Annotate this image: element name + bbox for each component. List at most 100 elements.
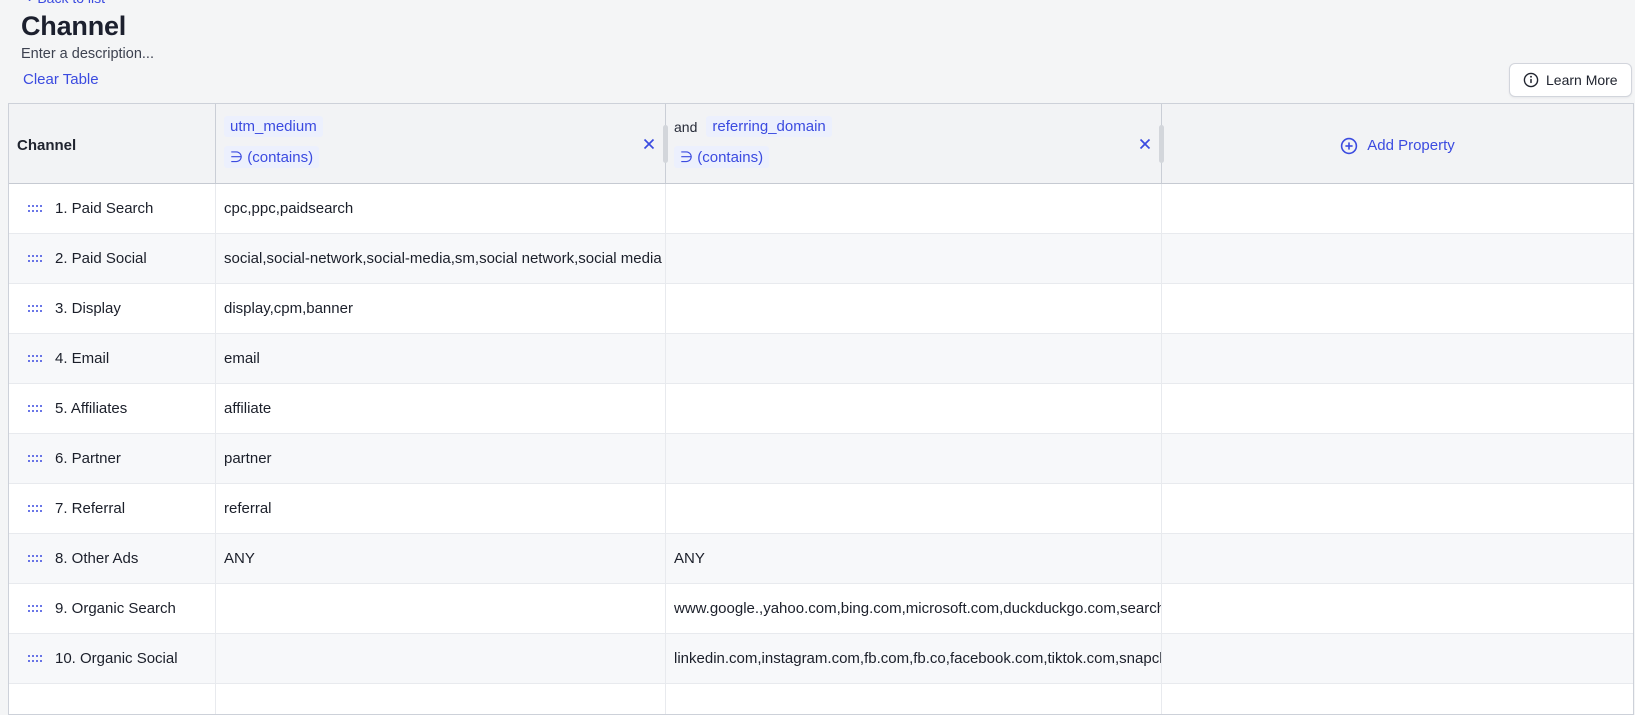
add-property-value-cell	[1162, 634, 1633, 684]
column-resize-handle[interactable]	[1159, 125, 1164, 163]
description-placeholder[interactable]: Enter a description...	[21, 46, 154, 62]
column-resize-handle[interactable]	[663, 125, 668, 163]
utm-medium-property-chip[interactable]: utm_medium	[224, 116, 323, 137]
utm-medium-value-cell	[216, 684, 666, 714]
referring-domain-value-cell[interactable]	[666, 484, 1162, 534]
channel-name: 4. Email	[55, 350, 109, 367]
table-row-partial	[9, 684, 1633, 714]
channel-name: 5. Affiliates	[55, 400, 127, 417]
table-row: 3. Display display,cpm,banner	[9, 284, 1633, 334]
drag-handle-icon[interactable]	[28, 255, 42, 263]
referring-domain-value-cell[interactable]	[666, 184, 1162, 234]
back-to-list-link[interactable]: ‹ Back to list	[26, 0, 105, 6]
utm-medium-value-cell[interactable]	[216, 634, 666, 684]
channel-name: 2. Paid Social	[55, 250, 147, 267]
channel-name-cell[interactable]: 1. Paid Search	[9, 184, 216, 234]
drag-handle-icon[interactable]	[28, 205, 42, 213]
back-arrow-icon: ‹	[26, 0, 31, 6]
channel-name-cell[interactable]: 9. Organic Search	[9, 584, 216, 634]
channel-name-cell[interactable]: 2. Paid Social	[9, 234, 216, 284]
table-row: 7. Referral referral	[9, 484, 1633, 534]
channel-name-cell[interactable]: 6. Partner	[9, 434, 216, 484]
channel-name: 1. Paid Search	[55, 200, 153, 217]
drag-handle-icon[interactable]	[28, 505, 42, 513]
utm-medium-column-header: utm_medium ∋ (contains)	[216, 104, 666, 183]
learn-more-button[interactable]: Learn More	[1509, 63, 1632, 97]
utm-medium-value-cell[interactable]: email	[216, 334, 666, 384]
drag-handle-icon[interactable]	[28, 555, 42, 563]
referring-domain-value-cell[interactable]	[666, 284, 1162, 334]
drag-handle-icon[interactable]	[28, 655, 42, 663]
table-row: 4. Email email	[9, 334, 1633, 384]
add-property-value-cell	[1162, 584, 1633, 634]
utm-medium-operator-chip[interactable]: ∋ (contains)	[224, 146, 319, 168]
remove-referring-domain-column-button[interactable]	[1137, 136, 1153, 152]
referring-domain-column-header: and referring_domain ∋ (contains)	[666, 104, 1162, 183]
channel-name: 6. Partner	[55, 450, 121, 467]
referring-domain-value-cell[interactable]: www.google.,yahoo.com,bing.com,microsoft…	[666, 584, 1162, 634]
add-property-value-cell	[1162, 284, 1633, 334]
table-row: 10. Organic Social linkedin.com,instagram…	[9, 634, 1633, 684]
referring-domain-value-cell[interactable]	[666, 234, 1162, 284]
add-property-value-cell	[1162, 334, 1633, 384]
table-row: 6. Partner partner	[9, 434, 1633, 484]
channel-name: 7. Referral	[55, 500, 125, 517]
channel-name-cell[interactable]: 8. Other Ads	[9, 534, 216, 584]
table-row: 1. Paid Search cpc,ppc,paidsearch	[9, 184, 1633, 234]
utm-medium-value-cell[interactable]: cpc,ppc,paidsearch	[216, 184, 666, 234]
utm-medium-value-cell[interactable]	[216, 584, 666, 634]
plus-circle-icon	[1340, 137, 1358, 155]
close-icon	[643, 138, 655, 150]
add-property-label: Add Property	[1367, 137, 1455, 154]
channel-name-cell[interactable]: 5. Affiliates	[9, 384, 216, 434]
add-property-button[interactable]: Add Property	[1162, 104, 1633, 183]
drag-handle-icon[interactable]	[28, 355, 42, 363]
channel-classifier-table: Channel utm_medium ∋ (contains) and refe…	[8, 103, 1634, 715]
utm-medium-value-cell[interactable]: referral	[216, 484, 666, 534]
channel-name-cell[interactable]: 7. Referral	[9, 484, 216, 534]
channel-name-cell[interactable]: 4. Email	[9, 334, 216, 384]
channel-name: 10. Organic Social	[55, 650, 178, 667]
add-property-value-cell	[1162, 184, 1633, 234]
referring-domain-value-cell[interactable]	[666, 334, 1162, 384]
close-icon	[1139, 138, 1151, 150]
table-body: 1. Paid Searchcpc,ppc,paidsearch2. Paid …	[9, 184, 1633, 714]
channel-name-cell[interactable]: 10. Organic Social	[9, 634, 216, 684]
referring-domain-operator-chip[interactable]: ∋ (contains)	[674, 146, 769, 168]
utm-medium-value-cell[interactable]: partner	[216, 434, 666, 484]
drag-handle-icon[interactable]	[28, 305, 42, 313]
utm-medium-value-cell[interactable]: ANY	[216, 534, 666, 584]
referring-domain-property-chip[interactable]: referring_domain	[706, 116, 831, 137]
table-row: 9. Organic Search www.google.,yahoo.com,b…	[9, 584, 1633, 634]
info-icon	[1523, 72, 1539, 88]
channel-name: 8. Other Ads	[55, 550, 138, 567]
add-property-value-cell	[1162, 684, 1633, 714]
clear-table-button[interactable]: Clear Table	[23, 71, 99, 88]
add-property-value-cell	[1162, 234, 1633, 284]
channel-column-header: Channel	[9, 104, 216, 183]
channel-name: 9. Organic Search	[55, 600, 176, 617]
table-row: 2. Paid Social social,social-network,soci…	[9, 234, 1633, 284]
utm-medium-value-cell[interactable]: affiliate	[216, 384, 666, 434]
and-label: and	[674, 119, 697, 135]
channel-name: 3. Display	[55, 300, 121, 317]
add-property-value-cell	[1162, 384, 1633, 434]
back-to-list-label: Back to list	[37, 0, 105, 6]
table-row: 8. Other Ads ANYANY	[9, 534, 1633, 584]
learn-more-label: Learn More	[1546, 72, 1618, 88]
table-row: 5. Affiliates affiliate	[9, 384, 1633, 434]
table-header-row: Channel utm_medium ∋ (contains) and refe…	[9, 104, 1633, 184]
referring-domain-value-cell[interactable]: linkedin.com,instagram.com,fb.com,fb.co,…	[666, 634, 1162, 684]
drag-handle-icon[interactable]	[28, 455, 42, 463]
drag-handle-icon[interactable]	[28, 405, 42, 413]
channel-name-cell[interactable]: 3. Display	[9, 284, 216, 334]
channel-name-cell	[9, 684, 216, 714]
referring-domain-value-cell[interactable]: ANY	[666, 534, 1162, 584]
drag-handle-icon[interactable]	[28, 605, 42, 613]
utm-medium-value-cell[interactable]: social,social-network,social-media,sm,so…	[216, 234, 666, 284]
referring-domain-value-cell[interactable]	[666, 384, 1162, 434]
referring-domain-value-cell[interactable]	[666, 434, 1162, 484]
channel-column-label: Channel	[17, 137, 76, 154]
utm-medium-value-cell[interactable]: display,cpm,banner	[216, 284, 666, 334]
remove-utm-medium-column-button[interactable]	[641, 136, 657, 152]
